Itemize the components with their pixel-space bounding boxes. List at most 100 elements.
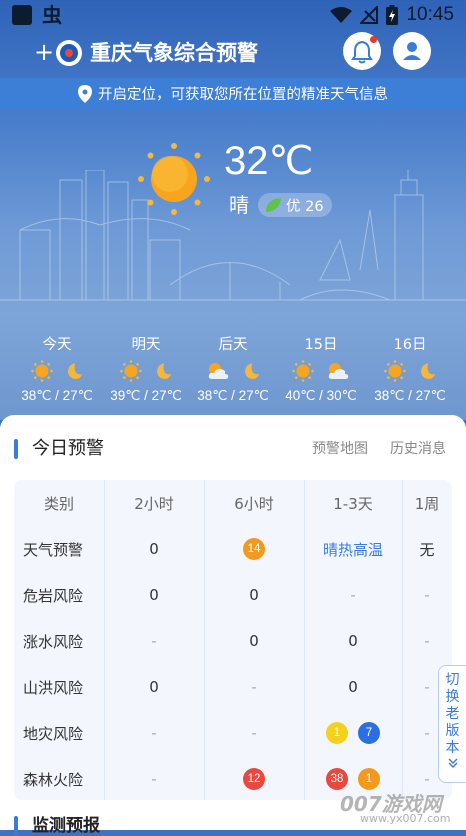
- column-header: 1周: [414, 494, 440, 513]
- notification-glyph: 虫: [42, 3, 62, 27]
- warning-count-badge[interactable]: 14: [243, 538, 265, 560]
- value-1-3d: 0: [348, 678, 358, 696]
- location-pin-icon: [78, 84, 92, 103]
- column-header: 6小时: [234, 494, 274, 513]
- moon-icon: [68, 363, 82, 379]
- status-right: 10:45: [330, 4, 454, 26]
- meteorology-logo-icon: [56, 40, 82, 66]
- value-2h: 0: [149, 586, 159, 604]
- section-accent-bar: [14, 816, 18, 836]
- title-bar: + 重庆气象综合预警: [0, 32, 466, 76]
- value-6h[interactable]: 12: [204, 756, 304, 802]
- status-bar: 虫 10:45: [0, 0, 466, 32]
- section-accent-bar: [14, 439, 18, 459]
- card-header: 今日预警 预警地图 历史消息: [14, 435, 454, 463]
- app-notification-icon: [12, 5, 32, 25]
- value-2h: 0: [149, 540, 159, 558]
- app-title: 重庆气象综合预警: [90, 41, 258, 65]
- forecast-day-label: 明天: [131, 337, 161, 353]
- leaf-icon: [266, 198, 281, 212]
- forecast-day[interactable]: 明天 39℃ / 27℃: [100, 333, 192, 407]
- value-1w: -: [424, 586, 430, 604]
- table-row[interactable]: 天气预警 0 14 晴热高温 无: [14, 526, 452, 572]
- current-condition: 晴: [229, 193, 249, 217]
- watermark-url: www.yx007.com: [360, 812, 451, 825]
- moon-icon: [421, 363, 435, 379]
- row-category: 地灾风险: [23, 724, 84, 743]
- forecast-day[interactable]: 16日 38℃ / 27℃: [364, 333, 456, 407]
- warning-count-badge[interactable]: 12: [243, 768, 265, 790]
- warning-count-badge[interactable]: 7: [358, 722, 380, 744]
- battery-charging-icon: [386, 5, 399, 25]
- status-left: 虫: [12, 5, 62, 25]
- forecast-day-label: 后天: [218, 337, 248, 353]
- forecast-day-label: 16日: [393, 337, 427, 353]
- column-header: 2小时: [134, 494, 174, 513]
- column-header: 1-3天: [333, 494, 373, 513]
- table-row[interactable]: 危岩风险 0 0 - -: [14, 572, 452, 618]
- air-quality-badge[interactable]: 优 26: [258, 193, 332, 217]
- warning-table: 类别 2小时 6小时 1-3天 1周 天气预警 0 14 晴热高温 无 危岩风险…: [14, 480, 452, 800]
- table-row[interactable]: 涨水风险 - 0 0 -: [14, 618, 452, 664]
- partly-cloudy-icon: [328, 363, 349, 379]
- value-6h[interactable]: 14: [204, 526, 304, 572]
- sun-icon: [120, 360, 142, 382]
- sun-icon: [292, 360, 314, 382]
- forecast-day-label: 15日: [304, 337, 338, 353]
- wifi-icon: [330, 7, 353, 23]
- value-1-3d: -: [350, 586, 356, 604]
- value-1w: 无: [419, 540, 435, 559]
- forecast-temp-range: 38℃ / 27℃: [21, 388, 93, 403]
- table-row[interactable]: 地灾风险 - - 1 7 -: [14, 710, 452, 756]
- clock: 10:45: [406, 4, 454, 25]
- value-1-3d[interactable]: 1 7: [304, 710, 402, 756]
- table-row[interactable]: 山洪风险 0 - 0 -: [14, 664, 452, 710]
- value-6h: -: [251, 678, 257, 696]
- warning-count-badge[interactable]: 38: [326, 768, 348, 790]
- notifications-button[interactable]: [343, 32, 381, 70]
- forecast-temp-range: 40℃ / 30℃: [285, 388, 357, 403]
- card-title: 今日预警: [32, 438, 104, 459]
- forecast-day[interactable]: 15日 40℃ / 30℃: [275, 333, 367, 407]
- row-category: 山洪风险: [23, 678, 84, 697]
- enable-location-banner[interactable]: 开启定位，可获取您所在位置的精准天气信息: [0, 78, 466, 109]
- value-1w: -: [424, 632, 430, 650]
- value-1-3d[interactable]: 晴热高温: [304, 526, 402, 572]
- column-header: 类别: [43, 494, 74, 513]
- value-6h: 0: [249, 632, 259, 650]
- table-header-row: 类别 2小时 6小时 1-3天 1周: [14, 480, 452, 526]
- value-2h: 0: [149, 678, 159, 696]
- history-messages-link[interactable]: 历史消息: [390, 439, 446, 459]
- value-2h: -: [151, 632, 157, 650]
- moon-icon: [157, 363, 171, 379]
- user-icon: [403, 42, 421, 60]
- value-6h: 0: [249, 586, 259, 604]
- moon-icon: [245, 363, 259, 379]
- value-1-3d: 0: [348, 632, 358, 650]
- profile-button[interactable]: [393, 32, 431, 70]
- forecast-temp-range: 38℃ / 27℃: [197, 388, 269, 403]
- partly-cloudy-icon: [208, 363, 229, 379]
- chevron-down-icon: [448, 758, 457, 768]
- row-category: 森林火险: [23, 770, 84, 789]
- forecast-temp-range: 38℃ / 27℃: [374, 388, 446, 403]
- row-category: 天气预警: [23, 540, 84, 559]
- warning-count-badge[interactable]: 1: [326, 722, 348, 744]
- forecast-day[interactable]: 后天 38℃ / 27℃: [187, 333, 279, 407]
- five-day-forecast: 今天 38℃ / 27℃ 明天 39℃ / 27℃ 后天 38℃ / 27℃ 1…: [0, 333, 466, 415]
- value-2h: -: [151, 724, 157, 742]
- signal-off-icon: [360, 6, 379, 24]
- aqi-value: 优 26: [286, 198, 324, 215]
- sun-icon: [384, 360, 406, 382]
- row-category: 涨水风险: [23, 632, 84, 651]
- forecast-day[interactable]: 今天 38℃ / 27℃: [11, 333, 103, 407]
- warning-map-link[interactable]: 预警地图: [312, 439, 368, 459]
- sun-icon: [31, 360, 53, 382]
- switch-old-version-tab[interactable]: 切换老版本: [438, 665, 466, 783]
- forecast-day-label: 今天: [42, 337, 72, 353]
- row-category: 危岩风险: [23, 586, 84, 605]
- section-title: 监测预报: [32, 816, 100, 836]
- warning-count-badge[interactable]: 1: [358, 768, 380, 790]
- current-temperature: 32℃: [224, 139, 314, 183]
- add-city-button[interactable]: +: [34, 38, 54, 66]
